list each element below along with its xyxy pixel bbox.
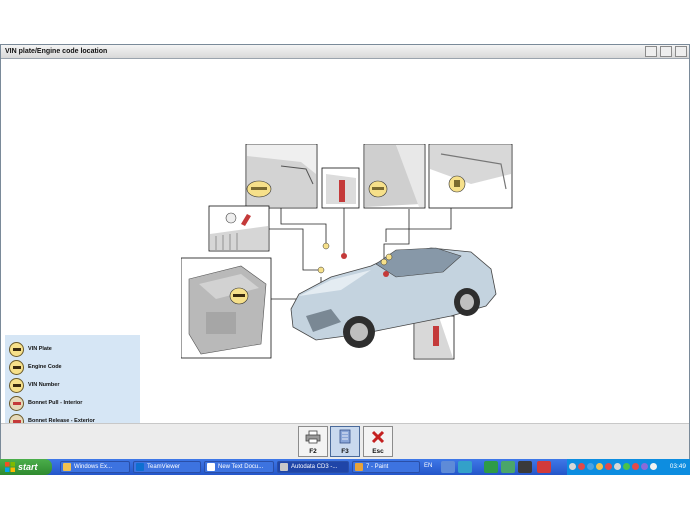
- vin-number-icon: [9, 377, 24, 393]
- vin-plate-icon: [9, 341, 24, 357]
- start-button[interactable]: start: [0, 459, 52, 475]
- tray-icon[interactable]: [587, 463, 594, 470]
- inset-bonnet-latch: [245, 144, 318, 209]
- inset-vin-number: [428, 144, 513, 209]
- print-button[interactable]: F2: [298, 426, 328, 457]
- inset-bonnet-release: [321, 167, 360, 209]
- taskbar-item-autodata[interactable]: Autodata CD3 -...: [277, 461, 349, 473]
- engine-code-icon: [9, 359, 24, 375]
- bonnet-pull-icon: [9, 395, 24, 411]
- tray-icon[interactable]: [578, 463, 585, 470]
- taskbar-item-windows-explorer[interactable]: Windows Ex...: [60, 461, 130, 473]
- vin-location-window: VIN plate/Engine code location VIN Plate…: [0, 44, 690, 460]
- taskbar-item-paint[interactable]: 7 - Paint: [352, 461, 420, 473]
- taskbar-item-new-text-document[interactable]: New Text Docu...: [204, 461, 274, 473]
- legend-item-vin-number: VIN Number: [9, 377, 59, 393]
- clock[interactable]: 03:49: [670, 463, 686, 470]
- quick-launch-icon[interactable]: [441, 461, 455, 473]
- tray-icon[interactable]: [623, 463, 630, 470]
- legend-item-bonnet-pull: Bonnet Pull - Interior: [9, 395, 82, 411]
- legend-item-engine-code: Engine Code: [9, 359, 62, 375]
- paint-icon: [355, 463, 363, 471]
- car-illustration: [290, 242, 497, 348]
- printer-icon: [305, 430, 321, 444]
- volume-icon[interactable]: [650, 463, 657, 470]
- inset-front-grille: [208, 205, 270, 252]
- quick-launch-icon[interactable]: [501, 461, 515, 473]
- teamviewer-icon: [136, 463, 144, 471]
- maximize-button[interactable]: [660, 46, 673, 57]
- legend-panel: VIN Plate Engine Code VIN Number Bonnet …: [5, 335, 140, 433]
- vin-location-diagram: [181, 144, 513, 360]
- quick-launch-icon[interactable]: [537, 461, 551, 473]
- tray-icon[interactable]: [569, 463, 576, 470]
- tray-icon[interactable]: [596, 463, 603, 470]
- inset-engine-block: [181, 257, 272, 359]
- top-margin: [0, 0, 690, 44]
- language-indicator[interactable]: EN: [424, 463, 432, 469]
- tray-icon[interactable]: [641, 463, 648, 470]
- function-key-bar: F2 F3 Esc: [1, 423, 689, 460]
- windows-taskbar: start Windows Ex... TeamViewer New Text …: [0, 459, 690, 475]
- window-titlebar: VIN plate/Engine code location: [1, 45, 689, 59]
- inset-door-pillar: [363, 144, 426, 209]
- window-title: VIN plate/Engine code location: [5, 48, 108, 55]
- system-tray: 03:49: [567, 459, 690, 475]
- folder-icon: [63, 463, 71, 471]
- document-icon: [339, 429, 351, 444]
- quick-launch-icon[interactable]: [484, 461, 498, 473]
- quick-launch-icon[interactable]: [458, 461, 472, 473]
- minimize-button[interactable]: [645, 46, 658, 57]
- windows-flag-icon: [5, 462, 15, 472]
- notepad-icon: [207, 463, 215, 471]
- escape-button[interactable]: Esc: [363, 426, 393, 457]
- tray-icon[interactable]: [614, 463, 621, 470]
- diagram-area: VIN Plate Engine Code VIN Number Bonnet …: [1, 59, 689, 433]
- close-x-icon: [371, 430, 385, 444]
- taskbar-item-teamviewer[interactable]: TeamViewer: [133, 461, 201, 473]
- legend-item-vin-plate: VIN Plate: [9, 341, 52, 357]
- autodata-icon: [280, 463, 288, 471]
- close-window-button[interactable]: [675, 46, 687, 57]
- document-button[interactable]: F3: [330, 426, 360, 457]
- tray-icon[interactable]: [632, 463, 639, 470]
- bottom-margin: [0, 475, 690, 518]
- tray-icon[interactable]: [605, 463, 612, 470]
- quick-launch-icon[interactable]: [518, 461, 532, 473]
